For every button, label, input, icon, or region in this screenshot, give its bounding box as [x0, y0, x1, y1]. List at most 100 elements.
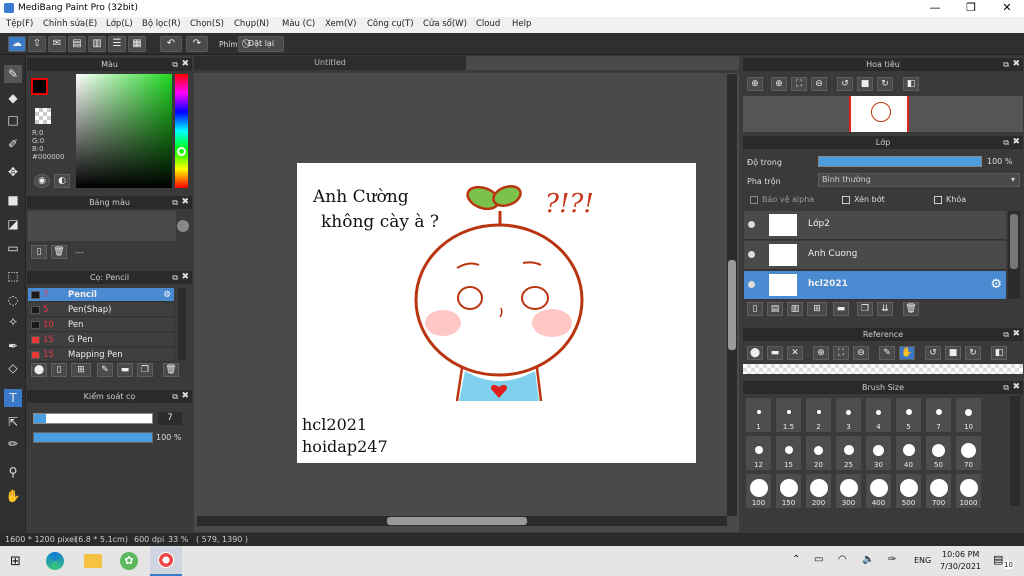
vertical-scroll-thumb[interactable] [728, 260, 736, 350]
folder-icon[interactable]: ▬ [833, 302, 849, 316]
horizontal-scroll-thumb[interactable] [387, 517, 527, 525]
brush-size-value[interactable]: 7 [158, 412, 182, 425]
new-halftone-layer-icon[interactable]: ▤ [767, 302, 783, 316]
actual-size-icon[interactable]: ⛶ [833, 346, 849, 360]
move-tool-icon[interactable]: ✥ [4, 163, 22, 181]
visibility-eye-icon[interactable] [748, 221, 755, 228]
edge-icon[interactable] [46, 552, 64, 570]
blend-mode-select[interactable]: Bình thường ▾ [818, 173, 1020, 187]
brush-size-cell[interactable]: 1 [745, 397, 772, 433]
visibility-eye-icon[interactable] [748, 281, 755, 288]
list-icon[interactable]: ☰ [108, 36, 126, 52]
grid-icon[interactable]: ▦ [128, 36, 146, 52]
menu-filter[interactable]: Bộ lọc(R) [142, 19, 181, 29]
brush-size-cell[interactable]: 30 [865, 435, 892, 471]
pen-tool-icon[interactable]: ✎ [4, 65, 22, 83]
eyedropper-icon[interactable]: ⬤ [747, 346, 763, 360]
windows-start-icon[interactable]: ⊞ [10, 554, 21, 569]
palette-list[interactable] [28, 211, 176, 241]
vertical-scrollbar[interactable] [727, 74, 737, 516]
menu-tools[interactable]: Công cụ(T) [367, 19, 414, 29]
palette-scrollbar[interactable] [177, 220, 189, 232]
rotate-left-icon[interactable]: ↺ [925, 346, 941, 360]
horizontal-scrollbar[interactable] [197, 516, 727, 526]
brush-size-cell[interactable]: 15 [775, 435, 802, 471]
select-pen-icon[interactable]: ✒ [4, 337, 22, 355]
menu-color[interactable]: Màu (C) [282, 19, 315, 29]
layer-scrollbar[interactable] [1008, 211, 1020, 299]
new-layer-icon[interactable]: ▯ [747, 302, 763, 316]
undo-icon[interactable]: ↶ [160, 36, 182, 52]
close-reference-icon[interactable]: ✕ [787, 346, 803, 360]
add-layer-menu-icon[interactable]: ⊞ [807, 302, 827, 316]
close-icon[interactable]: ✖ [1012, 136, 1020, 149]
maximize-button[interactable]: ❐ [956, 1, 986, 16]
rect-tool-icon[interactable]: □ [4, 111, 22, 129]
new-8bit-layer-icon[interactable]: ▥ [787, 302, 803, 316]
detach-icon[interactable]: ⧉ [1003, 328, 1009, 341]
brush-size-cell[interactable]: 500 [895, 473, 922, 509]
zoom-in-icon[interactable]: ⊕ [813, 346, 829, 360]
hue-slider[interactable] [175, 74, 188, 188]
brush-size-cell[interactable]: 70 [955, 435, 982, 471]
document-tab[interactable]: Untitled [194, 56, 466, 70]
gear-icon[interactable]: ⚙ [990, 277, 1002, 292]
brush-add-icon[interactable]: ⬤ [31, 363, 47, 377]
text-tool-icon[interactable]: T [4, 389, 22, 407]
close-button[interactable]: ✕ [992, 1, 1022, 16]
minimize-button[interactable]: — [920, 1, 950, 16]
reference-canvas[interactable] [743, 364, 1023, 374]
menu-window[interactable]: Cửa sổ(W) [423, 19, 467, 29]
detach-icon[interactable]: ⧉ [172, 196, 178, 209]
open-folder-icon[interactable]: ▬ [767, 346, 783, 360]
gradient-tool-icon[interactable]: ▭ [4, 239, 22, 257]
brush-size-cell[interactable]: 4 [865, 397, 892, 433]
brush-item[interactable]: 15 G Pen [28, 333, 174, 347]
detach-icon[interactable]: ⧉ [1003, 136, 1009, 149]
layer-row[interactable]: hcl2021 ⚙ [744, 271, 1006, 300]
brush-size-cell[interactable]: 200 [805, 473, 832, 509]
brush-size-cell[interactable]: 1.5 [775, 397, 802, 433]
saturation-picker[interactable] [76, 74, 172, 188]
menu-file[interactable]: Tệp(F) [6, 19, 33, 29]
zoom-fit-icon[interactable]: ⊕ [747, 77, 763, 91]
brush-size-cell[interactable]: 700 [925, 473, 952, 509]
language-indicator[interactable]: ENG [914, 556, 931, 565]
brush-scrollbar[interactable] [178, 288, 186, 360]
close-icon[interactable]: ✖ [1012, 381, 1020, 394]
close-icon[interactable]: ✖ [181, 390, 189, 403]
close-icon[interactable]: ✖ [181, 196, 189, 209]
clock-date[interactable]: 7/30/2021 [940, 562, 981, 571]
merge-down-icon[interactable]: ⇊ [877, 302, 893, 316]
lock-checkbox[interactable] [934, 196, 942, 204]
rotate-left-icon[interactable]: ↺ [837, 77, 853, 91]
brush-size-cell[interactable]: 40 [895, 435, 922, 471]
trash-icon[interactable]: 🗑 [903, 302, 919, 316]
brush-size-cell[interactable]: 25 [835, 435, 862, 471]
brush-size-cell[interactable]: 150 [775, 473, 802, 509]
brush-copy-icon[interactable]: ❐ [137, 363, 153, 377]
protect-alpha-checkbox[interactable] [750, 196, 758, 204]
brush-size-scrollbar[interactable] [1010, 396, 1020, 506]
brush-size-cell[interactable]: 50 [925, 435, 952, 471]
new-palette-icon[interactable]: ▯ [31, 245, 47, 259]
bucket-tool-icon[interactable]: ◪ [4, 215, 22, 233]
menu-edit[interactable]: Chỉnh sửa(E) [43, 19, 97, 29]
close-icon[interactable]: ✖ [181, 58, 189, 71]
eyedropper-icon[interactable]: ⚲ [4, 463, 22, 481]
brush-item[interactable]: 7 Pencil ⚙ [28, 288, 174, 302]
divide-tool-icon[interactable]: ✏ [4, 435, 22, 453]
palette-icon[interactable]: ◉ [34, 174, 50, 188]
actual-size-icon[interactable]: ⛶ [791, 77, 807, 91]
flip-icon[interactable]: ◧ [991, 346, 1007, 360]
zoom-in-icon[interactable]: ⊕ [771, 77, 787, 91]
comment-icon[interactable]: ▤ [68, 36, 86, 52]
file-explorer-icon[interactable] [84, 554, 102, 568]
cloud-icon[interactable]: ☁ [8, 36, 26, 52]
menu-view[interactable]: Xem(V) [325, 19, 356, 29]
brush-size-cell[interactable]: 5 [895, 397, 922, 433]
visibility-eye-icon[interactable] [748, 251, 755, 258]
page-icon[interactable]: ▥ [88, 36, 106, 52]
detach-icon[interactable]: ⧉ [172, 58, 178, 71]
brush-item[interactable]: 10 Pen [28, 318, 174, 332]
